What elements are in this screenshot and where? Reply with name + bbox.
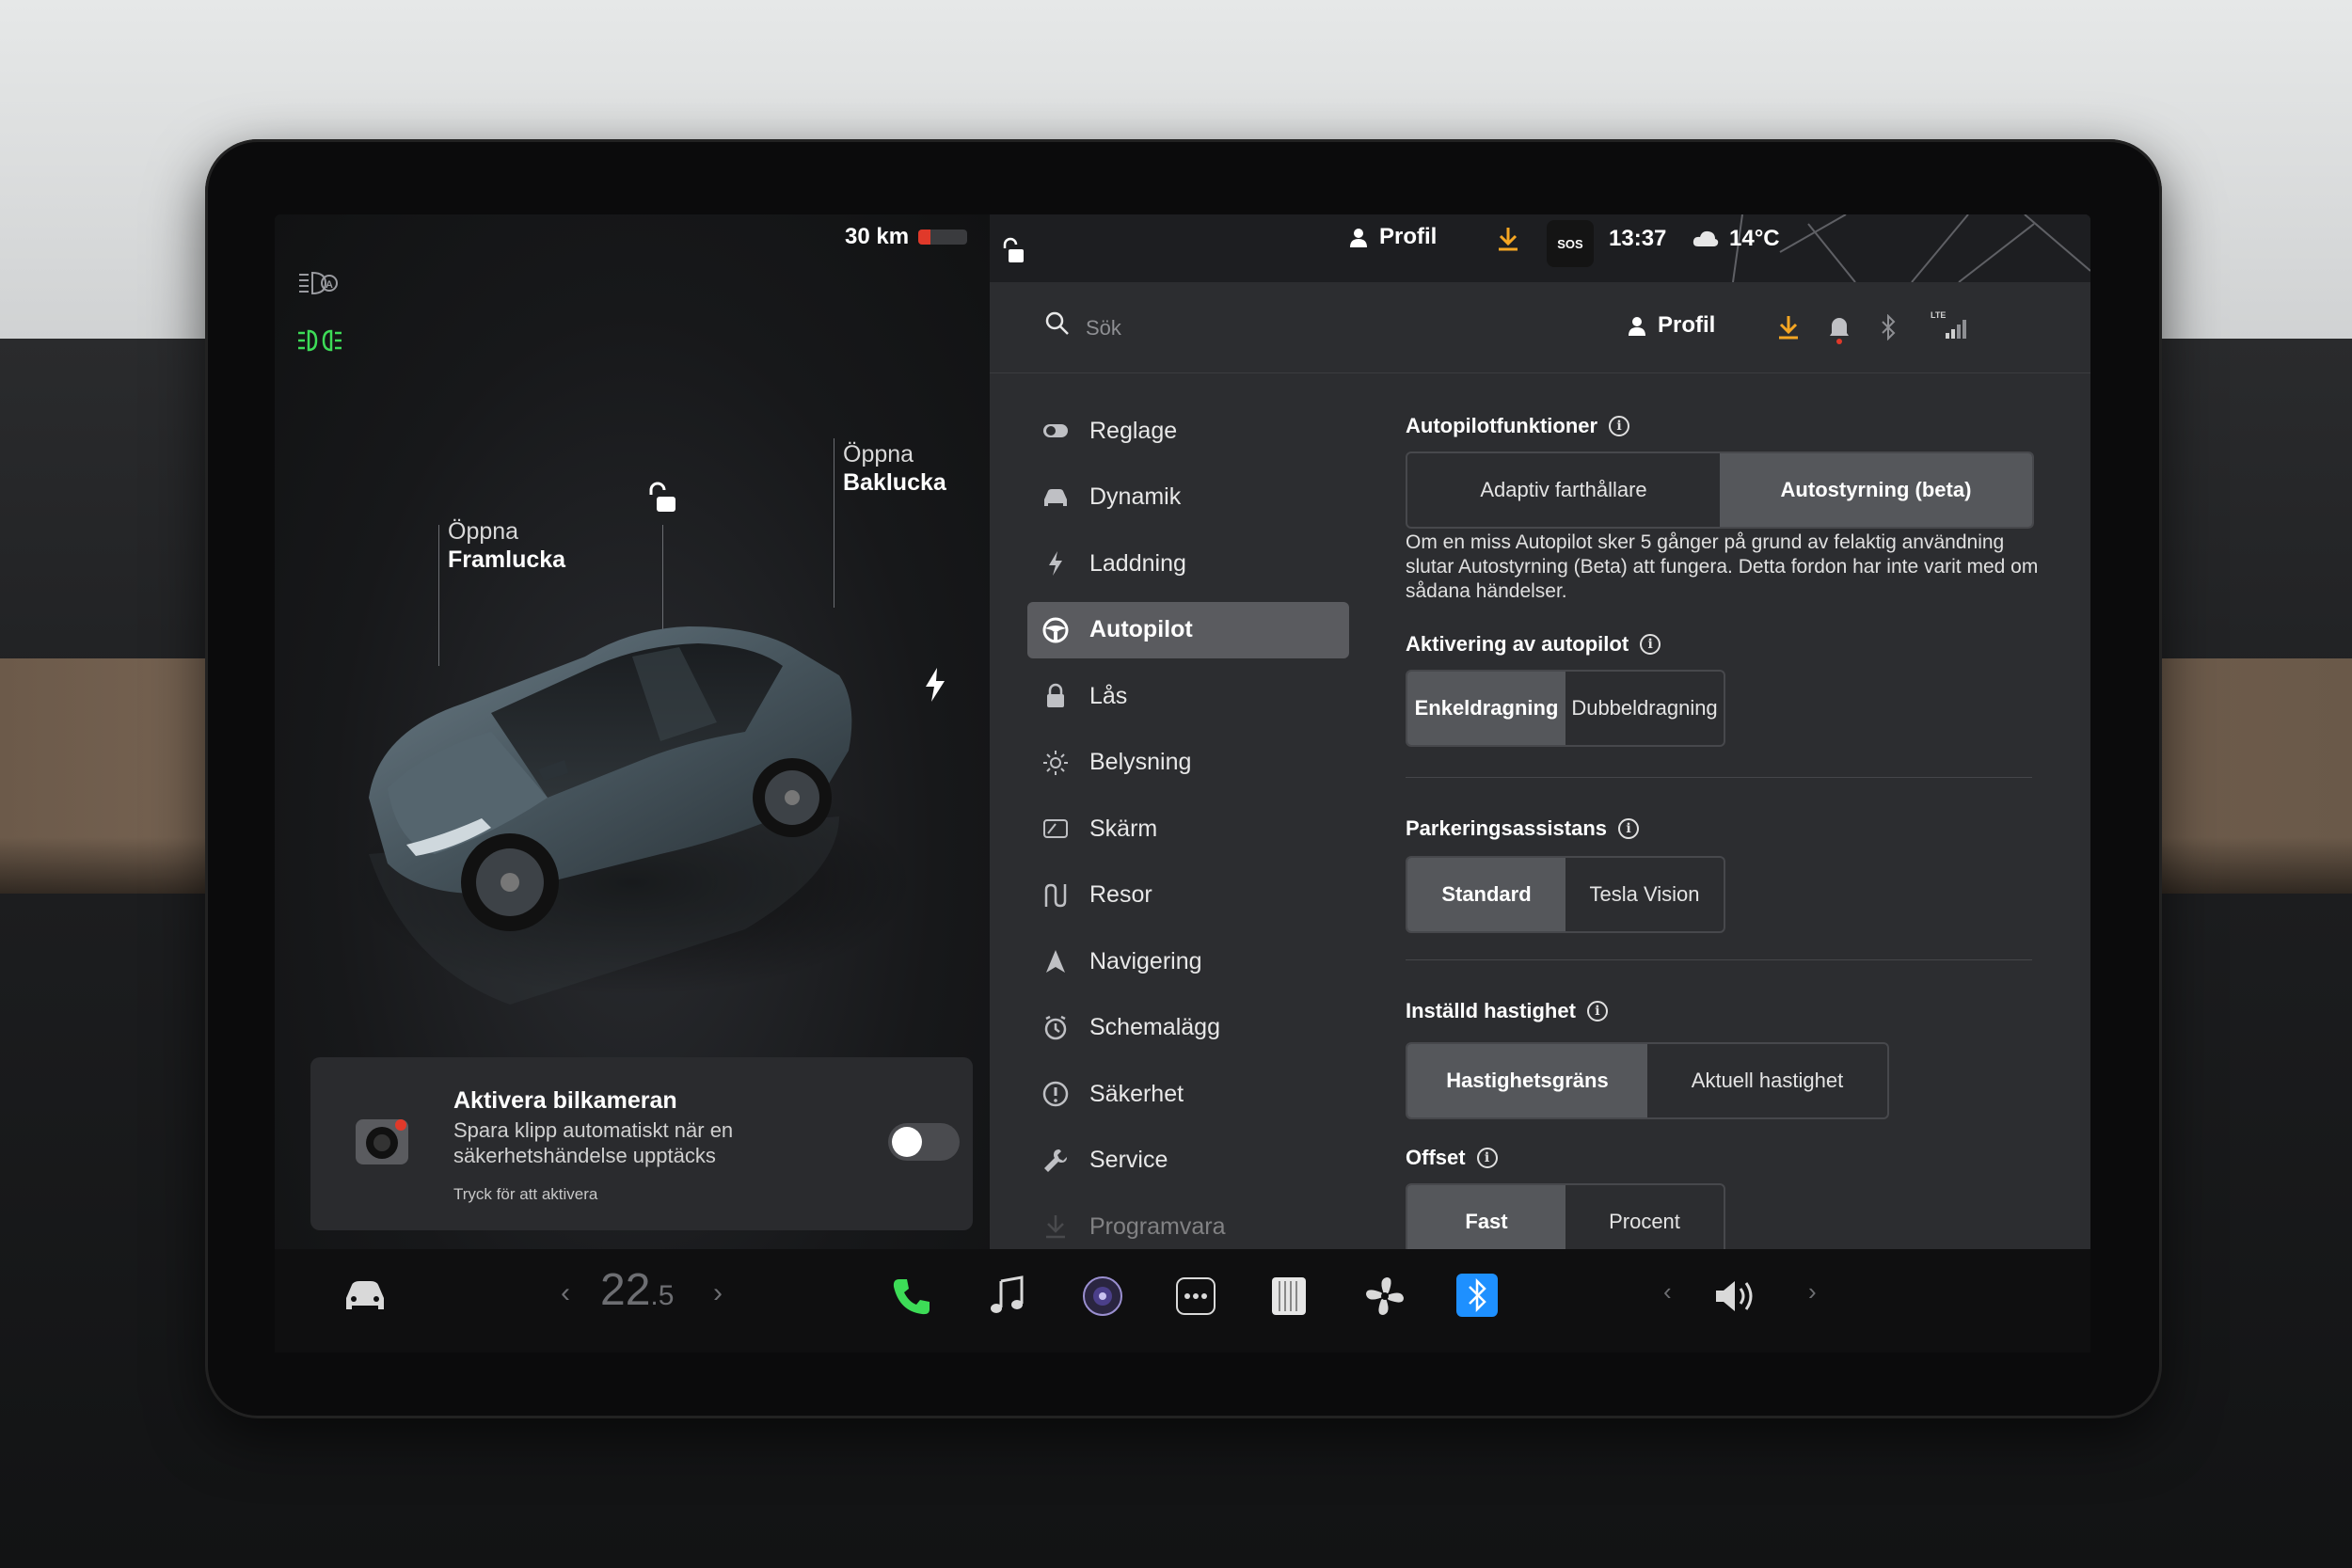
toggle-knob xyxy=(892,1127,922,1157)
trunk-line1: Öppna xyxy=(843,441,914,467)
music-icon[interactable] xyxy=(988,1275,1025,1317)
notes-icon[interactable] xyxy=(1270,1275,1308,1317)
offset-title: Offset i xyxy=(1406,1146,1498,1170)
frunk-line2: Framlucka xyxy=(448,546,566,573)
offset-option-1[interactable]: Fast xyxy=(1407,1185,1565,1259)
speed-option-1[interactable]: Hastighetsgräns xyxy=(1407,1044,1647,1117)
divider xyxy=(1406,777,2032,778)
temp-main: 22 xyxy=(600,1265,651,1315)
activation-segmented: Enkeldragning Dubbeldragning xyxy=(1406,670,1725,747)
dashcam-title: Aktivera bilkameran xyxy=(453,1087,677,1114)
battery-fill xyxy=(918,230,931,245)
activation-title-text: Aktivering av autopilot xyxy=(1406,632,1629,656)
parking-segmented: Standard Tesla Vision xyxy=(1406,856,1725,933)
parking-lights-icon[interactable] xyxy=(297,327,342,354)
temp-down-chevron-icon[interactable]: ‹ xyxy=(561,1277,570,1309)
temperature-display[interactable]: 22.5 xyxy=(600,1264,674,1316)
features-option-2[interactable]: Autostyrning (beta) xyxy=(1720,453,2032,527)
features-title: Autopilotfunktioner i xyxy=(1406,414,1630,438)
phone-icon[interactable] xyxy=(890,1275,931,1317)
info-icon[interactable]: i xyxy=(1586,1001,1608,1022)
trunk-line2: Baklucka xyxy=(843,469,946,496)
parking-title: Parkeringsassistans i xyxy=(1406,816,1640,841)
car-icon[interactable] xyxy=(341,1277,389,1315)
battery-icon xyxy=(918,230,968,245)
frunk-line1: Öppna xyxy=(448,518,519,545)
info-icon[interactable]: i xyxy=(1609,416,1630,436)
volume-icon[interactable] xyxy=(1714,1277,1757,1315)
touchscreen: A 30 km Öppna Framlucka Öppna Baklucka A… xyxy=(275,214,2090,1263)
features-title-text: Autopilotfunktioner xyxy=(1406,414,1598,437)
divider xyxy=(1406,959,2032,960)
bottom-dock: ‹ 22.5 › ‹ › xyxy=(275,1249,2090,1353)
volume-up-chevron-icon[interactable]: › xyxy=(1808,1277,1817,1307)
dashcam-toggle[interactable] xyxy=(888,1123,960,1161)
unlock-icon[interactable] xyxy=(644,480,681,517)
features-note: Om en miss Autopilot sker 5 gånger på gr… xyxy=(1406,531,2039,602)
parking-title-text: Parkeringsassistans xyxy=(1406,816,1608,840)
bluetooth-icon[interactable] xyxy=(1456,1274,1498,1317)
dashcam-card[interactable]: Aktivera bilkameran Spara klipp automati… xyxy=(310,1057,973,1230)
parking-option-1[interactable]: Standard xyxy=(1407,858,1565,931)
open-trunk-button[interactable]: Öppna Baklucka xyxy=(843,440,946,497)
car-model-illustration xyxy=(350,572,933,1099)
fan-icon[interactable] xyxy=(1364,1275,1406,1317)
volume-down-chevron-icon[interactable]: ‹ xyxy=(1663,1277,1672,1307)
dashcam-icon xyxy=(352,1112,412,1172)
info-icon[interactable]: i xyxy=(1476,1148,1498,1168)
range-indicator: 30 km xyxy=(845,224,968,250)
car-view-pane: A 30 km Öppna Framlucka Öppna Baklucka A… xyxy=(275,214,990,1263)
offset-title-text: Offset xyxy=(1406,1146,1466,1169)
range-text: 30 km xyxy=(845,224,910,249)
speed-option-2[interactable]: Aktuell hastighet xyxy=(1647,1044,1887,1117)
dashcam-hint: Tryck för att aktivera xyxy=(453,1185,598,1203)
autopilot-settings: Autopilotfunktioner i Adaptiv farthållar… xyxy=(990,214,2090,1260)
info-icon[interactable]: i xyxy=(1640,634,1661,655)
more-icon[interactable] xyxy=(1176,1277,1216,1315)
activation-title: Aktivering av autopilot i xyxy=(1406,632,1661,657)
open-frunk-button[interactable]: Öppna Framlucka xyxy=(448,517,565,574)
activation-option-1[interactable]: Enkeldragning xyxy=(1407,672,1565,745)
offset-option-2[interactable]: Procent xyxy=(1565,1185,1724,1259)
features-option-1[interactable]: Adaptiv farthållare xyxy=(1407,453,1720,527)
svg-text:A: A xyxy=(326,279,333,291)
dashcam-description: Spara klipp automatiskt när en säkerhets… xyxy=(453,1118,734,1167)
temp-decimal: .5 xyxy=(650,1280,675,1311)
parking-option-2[interactable]: Tesla Vision xyxy=(1565,858,1724,931)
camera-icon[interactable] xyxy=(1082,1275,1123,1317)
temp-up-chevron-icon[interactable]: › xyxy=(713,1277,723,1309)
speed-title-text: Inställd hastighet xyxy=(1406,999,1576,1022)
speed-title: Inställd hastighet i xyxy=(1406,999,1608,1023)
features-segmented: Adaptiv farthållare Autostyrning (beta) xyxy=(1406,451,2034,529)
info-icon[interactable]: i xyxy=(1618,818,1640,839)
auto-headlights-icon[interactable]: A xyxy=(297,269,339,297)
speed-segmented: Hastighetsgräns Aktuell hastighet xyxy=(1406,1042,1889,1119)
activation-option-2[interactable]: Dubbeldragning xyxy=(1565,672,1724,745)
